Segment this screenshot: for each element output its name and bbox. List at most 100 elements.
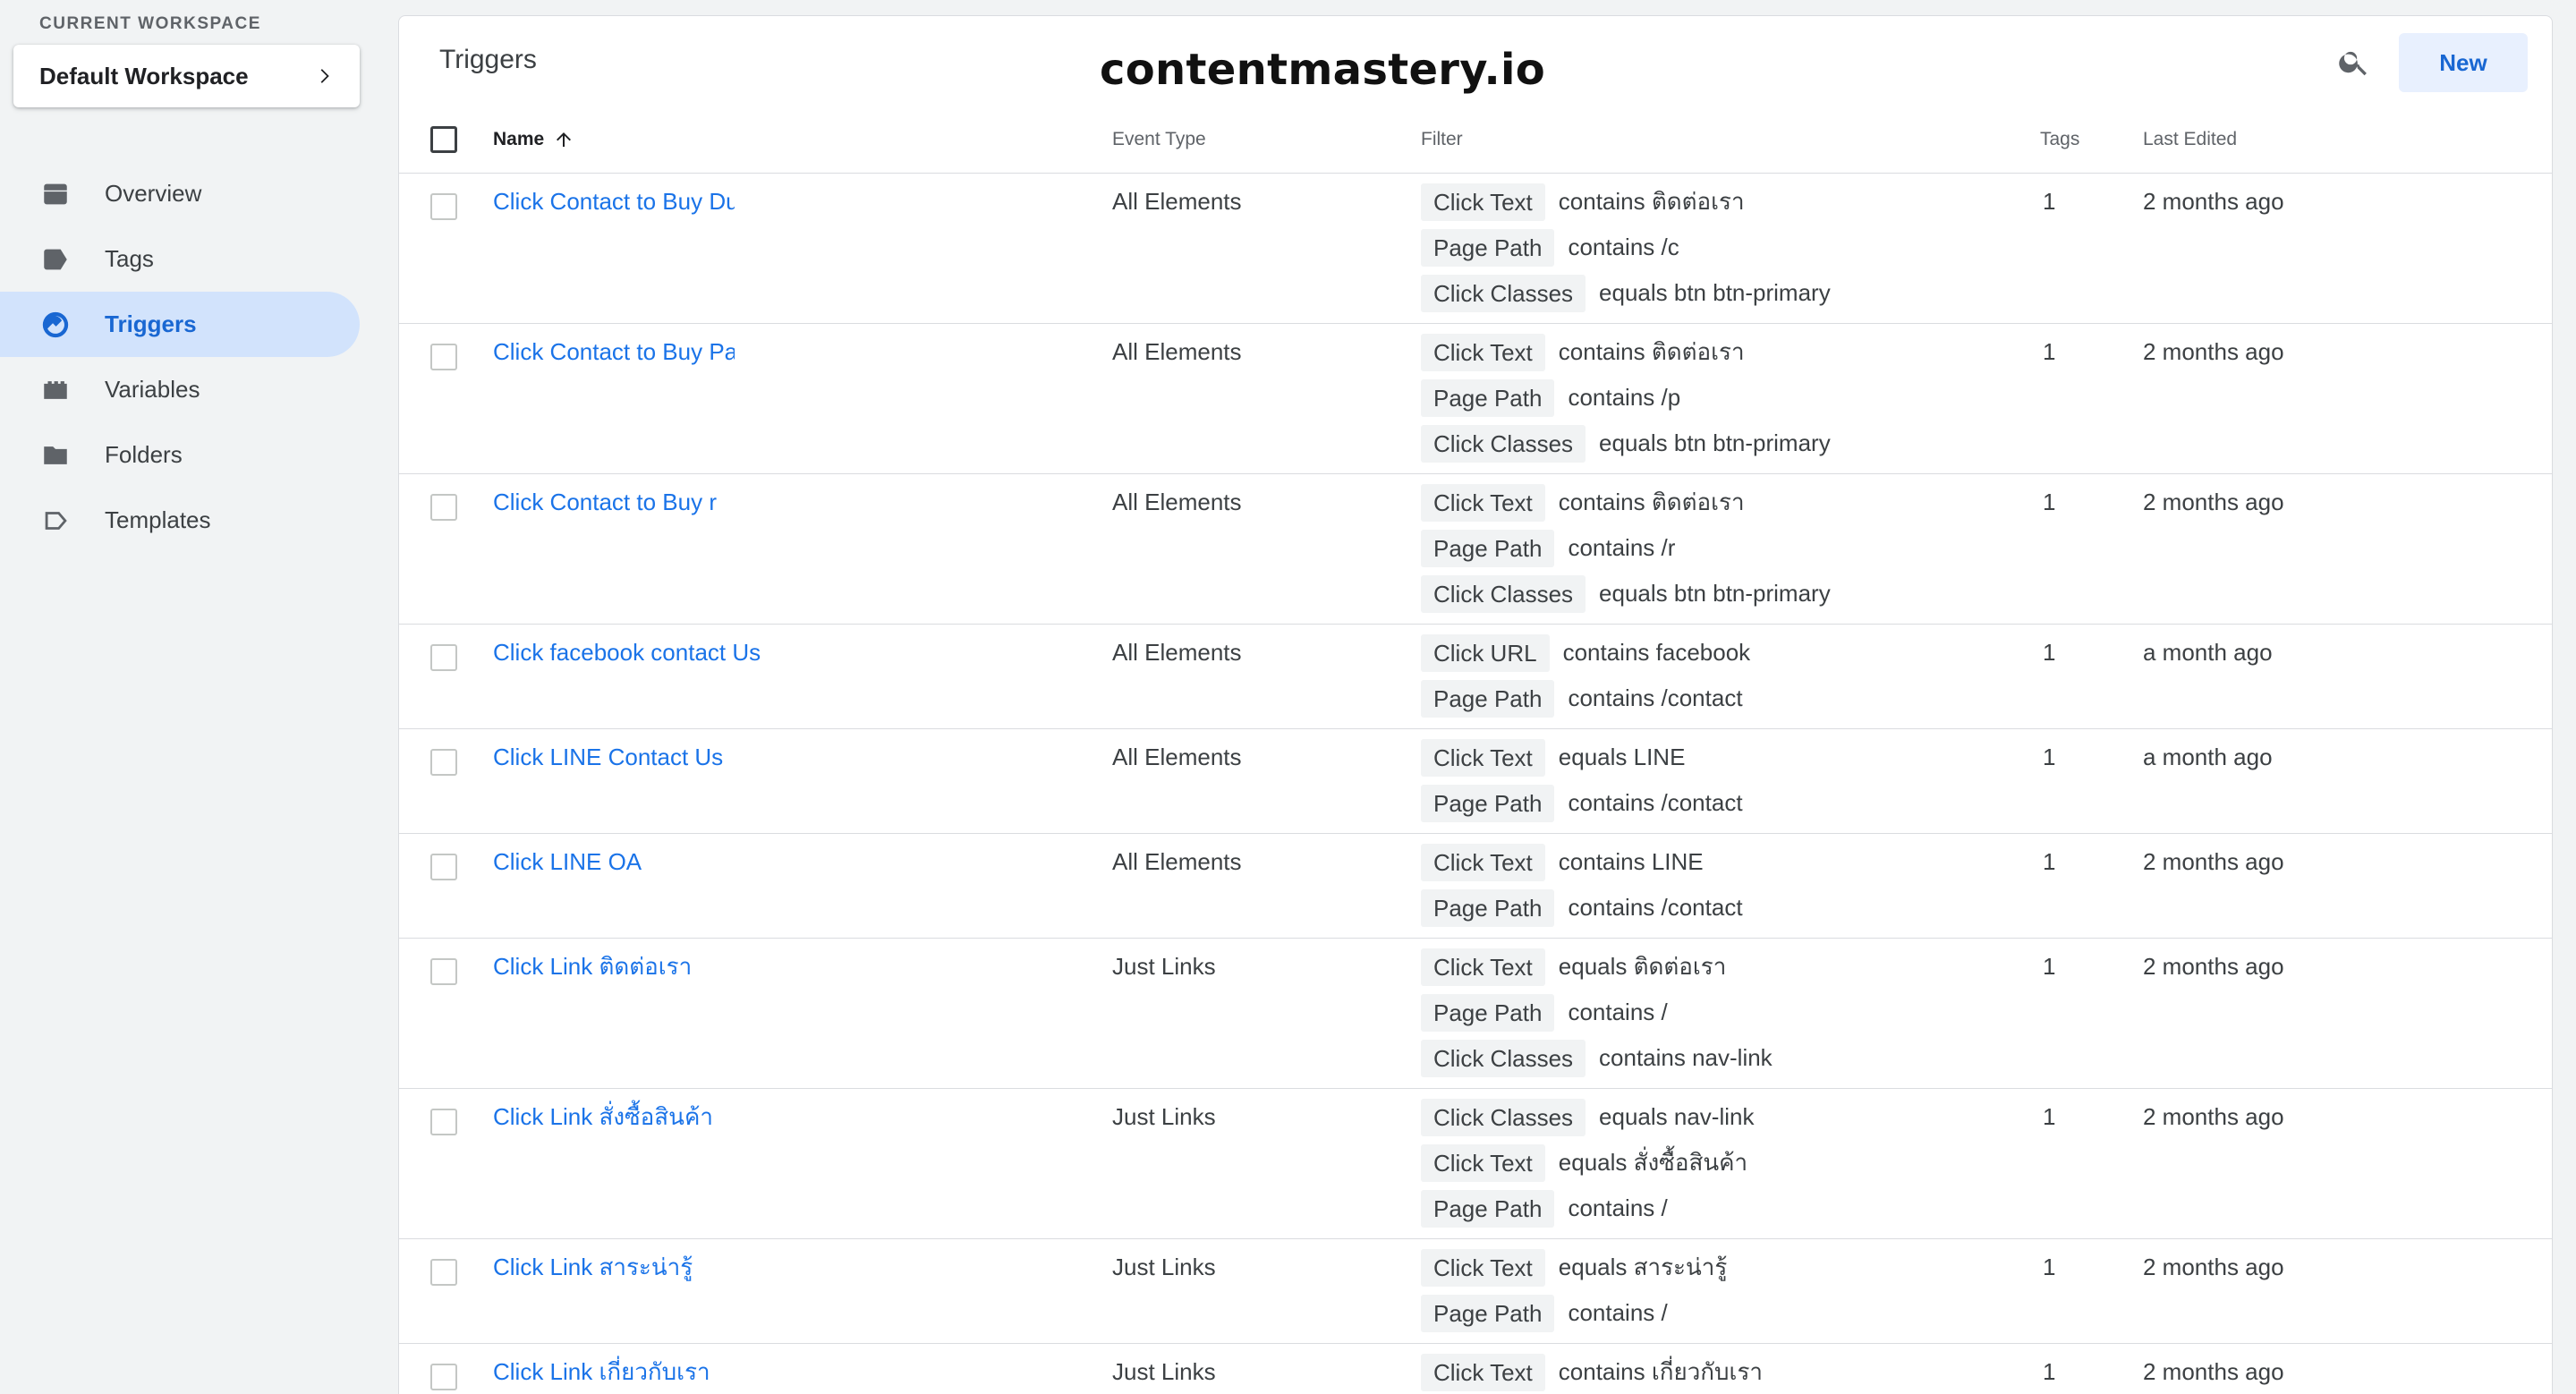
filter-field-chip: Click Text — [1421, 843, 1545, 881]
row-checkbox[interactable] — [430, 344, 457, 370]
trigger-last-edited: a month ago — [2143, 744, 2273, 770]
trigger-tag-count[interactable]: 1 — [2043, 1344, 2055, 1394]
search-icon — [2339, 51, 2367, 76]
trigger-name-link[interactable]: Click Link ติดต่อเรา — [493, 939, 692, 990]
trigger-filters: Click Text contains ติดต่อเรา Page Path con… — [1421, 324, 1831, 466]
filter-condition-text: contains LINE — [1558, 848, 1704, 875]
trigger-filters: Click Text equals สาระน่ารู้ Page Path cont… — [1421, 1239, 1727, 1336]
filter-condition-text: contains / — [1568, 1299, 1668, 1326]
trigger-name-link[interactable]: Click Contact to Buy Du — [493, 174, 735, 225]
trigger-tag-count[interactable]: 1 — [2043, 834, 2055, 885]
trigger-tag-count[interactable]: 1 — [2043, 474, 2055, 525]
trigger-name-link[interactable]: Click LINE Contact Us — [493, 729, 723, 780]
trigger-last-edited: 2 months ago — [2143, 1254, 2284, 1280]
table-row: Click Contact to Buy Du All Elements Click… — [399, 174, 2552, 324]
filter-condition: Click Classes equals btn btn-primary — [1421, 421, 1831, 466]
tag-icon — [39, 243, 72, 276]
table-row: Click Link ติดต่อเรา Just Links Click Text… — [399, 939, 2552, 1089]
trigger-name-link[interactable]: Click Contact to Buy Pa — [493, 324, 735, 375]
filter-condition: Page Path contains / — [1421, 1186, 1754, 1231]
trigger-tag-count[interactable]: 1 — [2043, 324, 2055, 375]
row-checkbox[interactable] — [430, 494, 457, 521]
sidebar-item-label: Tags — [105, 245, 154, 272]
filter-condition: Click Classes contains nav-link — [1421, 1035, 1773, 1081]
trigger-event-type: Just Links — [1112, 953, 1216, 980]
sidebar-item-label: Templates — [105, 506, 211, 533]
sidebar-item-label: Overview — [105, 180, 202, 207]
trigger-last-edited: 2 months ago — [2143, 1103, 2284, 1130]
filter-condition: Click Text contains ติดต่อเรา — [1421, 179, 1831, 225]
filter-field-chip: Click Classes — [1421, 574, 1586, 613]
row-checkbox-cell — [430, 854, 457, 880]
row-checkbox-cell — [430, 494, 457, 521]
filter-condition-text: equals LINE — [1558, 744, 1686, 770]
row-checkbox-cell — [430, 1259, 457, 1286]
filter-condition: Page Path contains / — [1421, 1290, 1727, 1336]
row-checkbox-cell — [430, 193, 457, 220]
trigger-tag-count[interactable]: 1 — [2043, 729, 2055, 780]
filter-field-chip: Click Classes — [1421, 274, 1586, 312]
trigger-tag-count[interactable]: 1 — [2043, 1239, 2055, 1290]
trigger-name-link[interactable]: Click Link สาระน่ารู้ — [493, 1239, 693, 1290]
row-checkbox[interactable] — [430, 193, 457, 220]
table-header: Name Event Type Filter Tags Last Edited — [399, 106, 2552, 174]
filter-field-chip: Click Text — [1421, 1248, 1545, 1287]
trigger-name-link[interactable]: Click Link สั่งซื้อสินค้า — [493, 1089, 713, 1140]
filter-field-chip: Page Path — [1421, 529, 1555, 567]
filter-condition-text: equals btn btn-primary — [1599, 279, 1831, 306]
filter-condition-text: contains ติดต่อเรา — [1558, 188, 1745, 215]
trigger-event-type: Just Links — [1112, 1254, 1216, 1280]
trigger-name-link[interactable]: Click facebook contact Us — [493, 625, 761, 676]
filter-field-chip: Click Text — [1421, 483, 1545, 522]
trigger-filters: Click Text contains LINE Page Path contains… — [1421, 834, 1743, 931]
row-checkbox[interactable] — [430, 1364, 457, 1390]
column-header-filter[interactable]: Filter — [1421, 106, 1463, 174]
sidebar-item-tags[interactable]: Tags — [0, 226, 360, 292]
workspace-label: CURRENT WORKSPACE — [39, 14, 261, 33]
row-checkbox[interactable] — [430, 854, 457, 880]
row-checkbox[interactable] — [430, 958, 457, 985]
sidebar-item-label: Folders — [105, 441, 183, 468]
trigger-tag-count[interactable]: 1 — [2043, 625, 2055, 676]
search-button[interactable] — [2332, 39, 2376, 84]
row-checkbox[interactable] — [430, 1259, 457, 1286]
trigger-last-edited: 2 months ago — [2143, 1358, 2284, 1385]
select-all-checkbox[interactable] — [430, 126, 457, 153]
sidebar-item-variables[interactable]: Variables — [0, 357, 360, 422]
filter-field-chip: Click URL — [1421, 633, 1550, 672]
trigger-name-link[interactable]: Click LINE OA — [493, 834, 642, 885]
row-checkbox[interactable] — [430, 644, 457, 671]
trigger-event-type: All Elements — [1112, 489, 1242, 515]
filter-field-chip: Click Text — [1421, 948, 1545, 986]
row-checkbox[interactable] — [430, 749, 457, 776]
trigger-name-link[interactable]: Click Contact to Buy r — [493, 474, 717, 525]
trigger-last-edited: a month ago — [2143, 639, 2273, 666]
column-header-tags[interactable]: Tags — [2040, 106, 2079, 174]
row-checkbox-cell — [430, 749, 457, 776]
trigger-tag-count[interactable]: 1 — [2043, 174, 2055, 225]
sidebar-item-folders[interactable]: Folders — [0, 422, 360, 488]
row-checkbox[interactable] — [430, 1109, 457, 1135]
sidebar-item-overview[interactable]: Overview — [0, 161, 360, 226]
filter-condition: Click Classes equals btn btn-primary — [1421, 571, 1831, 616]
row-checkbox-cell — [430, 958, 457, 985]
trigger-name-link[interactable]: Click Link เกี่ยวกับเรา — [493, 1344, 710, 1394]
filter-condition-text: equals สาระน่ารู้ — [1558, 1254, 1728, 1280]
trigger-tag-count[interactable]: 1 — [2043, 1089, 2055, 1140]
sidebar-item-triggers[interactable]: Triggers — [0, 292, 360, 357]
trigger-last-edited: 2 months ago — [2143, 338, 2284, 365]
column-header-event-type[interactable]: Event Type — [1112, 106, 1206, 174]
filter-condition-text: contains nav-link — [1599, 1044, 1773, 1071]
trigger-tag-count[interactable]: 1 — [2043, 939, 2055, 990]
trigger-last-edited: 2 months ago — [2143, 489, 2284, 515]
sidebar-item-label: Variables — [105, 376, 200, 403]
sidebar-item-templates[interactable]: Templates — [0, 488, 360, 553]
workspace-selector[interactable]: Default Workspace — [13, 45, 360, 107]
variables-icon — [39, 374, 72, 406]
column-header-name[interactable]: Name — [493, 106, 574, 174]
new-trigger-button[interactable]: New — [2399, 33, 2528, 92]
filter-condition-text: contains /p — [1568, 384, 1681, 411]
trigger-last-edited: 2 months ago — [2143, 188, 2284, 215]
column-header-last-edited[interactable]: Last Edited — [2143, 106, 2237, 174]
filter-condition-text: contains facebook — [1562, 639, 1751, 666]
